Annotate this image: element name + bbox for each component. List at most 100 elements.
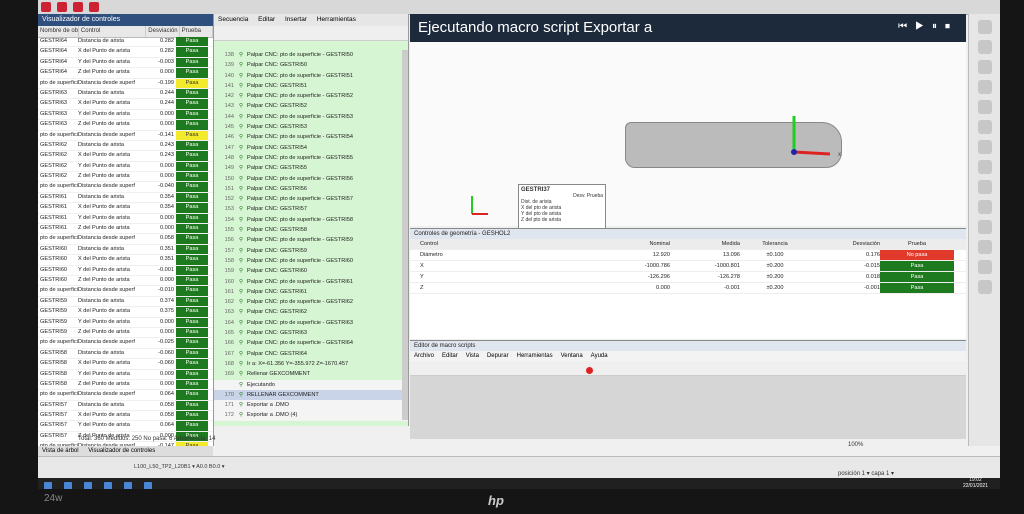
sequence-item[interactable]: 159 ⚲ Palpar CNC: GESTRI60: [214, 266, 408, 276]
sequence-item[interactable]: 145 ⚲ Palpar CNC: GESTRI53: [214, 122, 408, 132]
table-row[interactable]: pto de superficie Distancia desde superf 0…: [38, 234, 213, 245]
table-row[interactable]: GESTRI62 Y del Punto de arista 0.000 Pasa: [38, 161, 213, 173]
table-row[interactable]: GESTRI61 Z del Punto de arista 0.000 Pasa: [38, 224, 213, 235]
col-tolerance[interactable]: Tolerancia: [740, 239, 810, 249]
menu-herramientas[interactable]: Herramientas: [313, 16, 360, 23]
col-deviation[interactable]: Desviación: [810, 239, 880, 249]
col-deviation[interactable]: Desviación: [146, 26, 180, 37]
sequence-item[interactable]: ⚲ Ejecutando: [214, 379, 408, 390]
table-row[interactable]: GESTRI64 Y del Punto de arista -0.003 Pasa: [38, 57, 213, 69]
table-row[interactable]: pto de superficieDistancia desde superf -…: [38, 130, 213, 141]
sequence-item[interactable]: 141 ⚲ Palpar CNC: GESTRI51: [214, 81, 408, 91]
sequence-item[interactable]: 147 ⚲ Palpar CNC: GESTRI54: [214, 143, 408, 153]
table-row[interactable]: GESTRI58 Z del Punto de arista 0.000 Pasa: [38, 379, 213, 391]
col-control[interactable]: Control: [410, 239, 600, 249]
sequence-item[interactable]: 165 ⚲ Palpar CNC: GESTRI63: [214, 328, 408, 338]
table-row[interactable]: GESTRI58 X del Punto de arista -0.060 Pasa: [38, 359, 213, 370]
edge-icon[interactable]: [124, 481, 132, 489]
app-icon[interactable]: [84, 481, 92, 489]
table-row[interactable]: pto de superficieDistancia desde superf -…: [38, 338, 213, 349]
table-row[interactable]: GESTRI62 Z del Punto de arista 0.000 Pasa: [38, 172, 213, 183]
macro-menu-item[interactable]: Vista: [462, 353, 483, 359]
sequence-item[interactable]: 142 ⚲ Palpar CNC: pto de superficie - GEST…: [214, 91, 408, 101]
taskbar-clock[interactable]: 19:02 22/01/2021: [963, 477, 988, 489]
table-row[interactable]: GESTRI59 X del Punto de arista 0.375 Pasa: [38, 307, 213, 318]
3d-view[interactable]: Ejecutando macro script Exportar a ⏮▶⏸⏹ …: [410, 14, 966, 232]
macro-menu-item[interactable]: Herramientas: [513, 353, 557, 359]
sequence-item[interactable]: 164 ⚲ Palpar CNC: pto de superficie - GEST…: [214, 318, 408, 328]
table-row[interactable]: GESTRI63 Z del Punto de arista 0.000 Pasa: [38, 120, 213, 131]
tool-icon[interactable]: [978, 180, 992, 194]
sequence-item[interactable]: 172 ⚲ Exportar a .DMO (4): [214, 410, 408, 421]
table-row[interactable]: pto de superficie Distancia desde superf 0…: [38, 390, 213, 401]
sequence-item[interactable]: 167 ⚲ Palpar CNC: GESTRI64: [214, 349, 408, 359]
table-row[interactable]: GESTRI63 X del Punto de arista 0.244 Pasa: [38, 99, 213, 110]
tool-icon[interactable]: [978, 140, 992, 154]
macro-menu-item[interactable]: Archivo: [410, 353, 438, 359]
tool-icon[interactable]: [978, 260, 992, 274]
tool-icon[interactable]: [57, 2, 67, 12]
sequence-item[interactable]: 171 ⚲ Exportar a .DMO: [214, 400, 408, 411]
tool-icon[interactable]: [978, 20, 992, 34]
search-icon[interactable]: [978, 80, 992, 94]
col-measured[interactable]: Medida: [670, 239, 740, 249]
sequence-item[interactable]: 155 ⚲ Palpar CNC: GESTRI58: [214, 225, 408, 235]
menu-insertar[interactable]: Insertar: [281, 16, 311, 23]
tool-icon[interactable]: [978, 280, 992, 294]
sequence-item[interactable]: 139 ⚲ Palpar CNC: GESTRI50: [214, 60, 408, 70]
tool-icon[interactable]: [978, 160, 992, 174]
eye-icon[interactable]: [978, 100, 992, 114]
col-control[interactable]: Control: [79, 26, 147, 37]
table-row[interactable]: pto de superficieDistancia desde superf -…: [38, 286, 213, 297]
tool-icon[interactable]: [41, 2, 51, 12]
tool-icon[interactable]: [978, 40, 992, 54]
menu-secuencia[interactable]: Secuencia: [214, 16, 252, 23]
table-row[interactable]: GESTRI59 Y del Punto de arista 0.000 Pasa: [38, 317, 213, 328]
geometry-row[interactable]: X -1000.786 -1000.801 ±0.200 -0.015 Pasa: [410, 261, 966, 272]
sequence-item[interactable]: 170 ⚲ RELLENAR GEXCOMMENT: [214, 389, 408, 401]
col-test[interactable]: Prueba: [180, 26, 214, 37]
sequence-item[interactable]: 151 ⚲ Palpar CNC: GESTRI56: [214, 184, 408, 194]
tool-icon[interactable]: [89, 2, 99, 12]
zoom-level[interactable]: 100%: [848, 442, 863, 448]
table-row[interactable]: pto de superficieDistancia desde superf -…: [38, 78, 213, 89]
search-icon[interactable]: [64, 481, 72, 489]
macro-editor-body[interactable]: [410, 376, 966, 439]
tool-icon[interactable]: [978, 60, 992, 74]
windows-start-icon[interactable]: [44, 481, 52, 489]
geometry-row[interactable]: Y -126.296 -126.278 ±0.200 0.018 Pasa: [410, 272, 966, 283]
table-row[interactable]: GESTRI59 Distancia de arista 0.374 Pasa: [38, 296, 213, 308]
table-row[interactable]: GESTRI64 X del Punto de arista 0.282 Pasa: [38, 47, 213, 58]
menu-editar[interactable]: Editar: [254, 16, 279, 23]
table-row[interactable]: GESTRI60 Z del Punto de arista 0.000 Pasa: [38, 275, 213, 287]
app-icon[interactable]: [104, 481, 112, 489]
sequence-item[interactable]: 156 ⚲ Palpar CNC: pto de superficie - GEST…: [214, 235, 408, 245]
table-row[interactable]: GESTRI61 Distancia de arista 0.354 Pasa: [38, 192, 213, 204]
sequence-item[interactable]: 144 ⚲ Palpar CNC: pto de superficie - GEST…: [214, 112, 408, 122]
table-row[interactable]: GESTRI64 Z del Punto de arista 0.000 Pasa: [38, 68, 213, 79]
geometry-row[interactable]: Z 0.000 -0.001 ±0.200 -0.001 Pasa: [410, 283, 966, 294]
probe-config-select[interactable]: L100_L50_TP2_L20B1 ▾ A0.0 B0.0 ▾: [134, 464, 225, 470]
table-row[interactable]: GESTRI63 Y del Punto de arista 0.000 Pasa: [38, 109, 213, 121]
macro-menu-item[interactable]: Ayuda: [587, 353, 612, 359]
table-row[interactable]: GESTRI62 Distancia de arista 0.243 Pasa: [38, 140, 213, 152]
tab-tree-view[interactable]: Vista de árbol: [38, 448, 83, 454]
sequence-item[interactable]: 138 ⚲ Palpar CNC: pto de superficie - GEST…: [214, 50, 408, 60]
position-layer-select[interactable]: posición 1 ▾ capa 1 ▾: [838, 470, 894, 477]
table-row[interactable]: GESTRI63 Distancia de arista 0.244 Pasa: [38, 88, 213, 100]
table-row[interactable]: GESTRI61 X del Punto de arista 0.354 Pasa: [38, 203, 213, 214]
col-object-name[interactable]: Nombre de ob.: [38, 26, 79, 37]
table-row[interactable]: GESTRI57 Distancia de arista 0.058 Pasa: [38, 400, 213, 412]
sequence-item[interactable]: 140 ⚲ Palpar CNC: pto de superficie - GEST…: [214, 71, 408, 81]
sequence-item[interactable]: 163 ⚲ Palpar CNC: GESTRI62: [214, 307, 408, 317]
app-icon[interactable]: [144, 481, 152, 489]
table-row[interactable]: GESTRI59 Z del Punto de arista 0.000 Pasa: [38, 327, 213, 339]
col-nominal[interactable]: Nominal: [600, 239, 670, 249]
tab-controls-viewer[interactable]: Visualizador de controles: [84, 448, 159, 454]
sequence-item[interactable]: 161 ⚲ Palpar CNC: GESTRI61: [214, 287, 408, 297]
sequence-item[interactable]: 169 ⚲ Rellenar GEXCOMMENT: [214, 369, 408, 379]
geometry-row[interactable]: Diámetro 12.920 13.096 ±0.100 0.176 No pasa: [410, 250, 966, 261]
tool-icon[interactable]: [978, 200, 992, 214]
col-test[interactable]: Prueba: [880, 239, 954, 249]
sequence-item[interactable]: 160 ⚲ Palpar CNC: pto de superficie - GEST…: [214, 277, 408, 287]
